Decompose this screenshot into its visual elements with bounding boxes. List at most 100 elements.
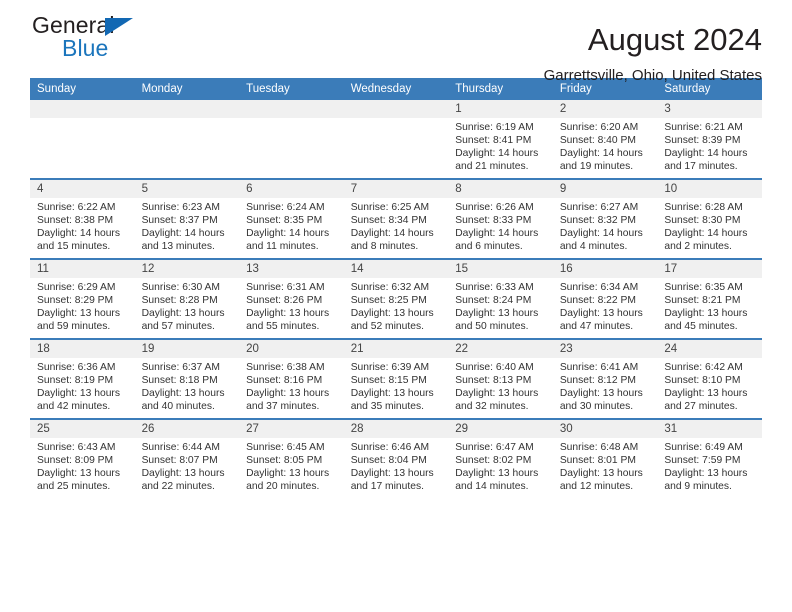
calendar-day-cell[interactable]: 17 Sunrise: 6:35 AM Sunset: 8:21 PM Dayligh…	[657, 258, 762, 339]
calendar-page: General Blue August 2024 Garrettsville, …	[0, 0, 792, 612]
sunset-text: Sunset: 8:26 PM	[246, 295, 323, 307]
sunrise-text: Sunrise: 6:35 AM	[664, 282, 743, 293]
calendar-day-cell[interactable]: 14 Sunrise: 6:32 AM Sunset: 8:25 PM Dayligh…	[343, 258, 449, 339]
calendar-day-cell[interactable]: 22 Sunrise: 6:40 AM Sunset: 8:13 PM Dayligh…	[448, 338, 553, 419]
sunset-text: Sunset: 8:32 PM	[559, 215, 636, 227]
calendar-day-cell[interactable]: 9 Sunrise: 6:27 AM Sunset: 8:32 PM Daylight…	[552, 178, 658, 259]
calendar-day-cell[interactable]: 13 Sunrise: 6:31 AM Sunset: 8:26 PM Dayligh…	[239, 258, 344, 339]
calendar-day-cell[interactable]: 5 Sunrise: 6:23 AM Sunset: 8:37 PM Daylight…	[134, 178, 240, 259]
daylight-text-line2: and 35 minutes.	[350, 401, 424, 413]
calendar-day-cell[interactable]: 12 Sunrise: 6:30 AM Sunset: 8:28 PM Dayligh…	[134, 258, 240, 339]
daylight-text-line1: Daylight: 13 hours	[141, 388, 225, 400]
calendar-day-cell[interactable]: 6 Sunrise: 6:24 AM Sunset: 8:35 PM Daylight…	[239, 178, 344, 259]
daylight-text-line1: Daylight: 13 hours	[559, 308, 643, 320]
day-details: Sunrise: 6:49 AM Sunset: 7:59 PM Daylight:…	[657, 438, 762, 493]
sunrise-text: Sunrise: 6:33 AM	[455, 282, 534, 293]
calendar-day-cell[interactable]: 2 Sunrise: 6:20 AM Sunset: 8:40 PM Daylight…	[552, 100, 658, 179]
day-number	[134, 100, 240, 118]
daylight-text-line2: and 12 minutes.	[559, 481, 634, 493]
day-details: Sunrise: 6:33 AM Sunset: 8:24 PM Daylight:…	[448, 278, 553, 333]
triangle-icon	[105, 18, 133, 36]
day-number: 22	[448, 340, 553, 358]
sunset-text: Sunset: 8:22 PM	[559, 295, 636, 307]
calendar-day-cell[interactable]: 8 Sunrise: 6:26 AM Sunset: 8:33 PM Daylight…	[448, 178, 553, 259]
daylight-text-line2: and 40 minutes.	[141, 401, 215, 413]
sunset-text: Sunset: 8:13 PM	[455, 375, 532, 387]
general-blue-logo[interactable]: General Blue	[32, 12, 212, 68]
sunset-text: Sunset: 8:34 PM	[350, 215, 427, 227]
calendar-day-cell[interactable]: 4 Sunrise: 6:22 AM Sunset: 8:38 PM Daylight…	[30, 178, 135, 259]
daylight-text-line2: and 2 minutes.	[664, 241, 732, 253]
sunrise-text: Sunrise: 6:25 AM	[350, 202, 430, 213]
calendar-day-cell[interactable]: 30 Sunrise: 6:48 AM Sunset: 8:01 PM Dayligh…	[552, 418, 658, 498]
sunset-text: Sunset: 8:41 PM	[455, 135, 532, 147]
day-details: Sunrise: 6:45 AM Sunset: 8:05 PM Daylight:…	[239, 438, 344, 493]
calendar-day-cell[interactable]: 11 Sunrise: 6:29 AM Sunset: 8:29 PM Dayligh…	[30, 258, 135, 339]
calendar-body: 1 Sunrise: 6:19 AM Sunset: 8:41 PM Daylight…	[30, 100, 762, 498]
day-number: 8	[448, 180, 553, 198]
day-details: Sunrise: 6:37 AM Sunset: 8:18 PM Daylight:…	[135, 358, 240, 413]
calendar-day-cell[interactable]: 3 Sunrise: 6:21 AM Sunset: 8:39 PM Daylight…	[657, 100, 762, 179]
daylight-text-line2: and 11 minutes.	[246, 241, 319, 253]
calendar-day-cell[interactable]: 27 Sunrise: 6:45 AM Sunset: 8:05 PM Dayligh…	[239, 418, 344, 498]
daylight-text-line2: and 57 minutes.	[141, 321, 215, 333]
sunrise-text: Sunrise: 6:19 AM	[455, 122, 534, 133]
daylight-text-line1: Daylight: 14 hours	[559, 148, 643, 160]
daylight-text-line1: Daylight: 13 hours	[350, 468, 434, 480]
sunrise-text: Sunrise: 6:37 AM	[141, 362, 220, 373]
daylight-text-line2: and 14 minutes.	[455, 481, 529, 493]
sunset-text: Sunset: 8:21 PM	[664, 295, 741, 307]
day-details: Sunrise: 6:29 AM Sunset: 8:29 PM Daylight:…	[30, 278, 135, 333]
calendar-day-cell[interactable]: 15 Sunrise: 6:33 AM Sunset: 8:24 PM Dayligh…	[448, 258, 553, 339]
day-number: 3	[657, 100, 762, 118]
sunrise-text: Sunrise: 6:45 AM	[246, 442, 325, 453]
calendar-day-cell[interactable]: 21 Sunrise: 6:39 AM Sunset: 8:15 PM Dayligh…	[343, 338, 449, 419]
day-details: Sunrise: 6:43 AM Sunset: 8:09 PM Daylight:…	[30, 438, 135, 493]
daylight-text-line1: Daylight: 14 hours	[559, 228, 643, 240]
sunrise-text: Sunrise: 6:26 AM	[455, 202, 534, 213]
calendar-day-cell[interactable]: 20 Sunrise: 6:38 AM Sunset: 8:16 PM Dayligh…	[239, 338, 344, 419]
calendar-day-cell[interactable]: 29 Sunrise: 6:47 AM Sunset: 8:02 PM Dayligh…	[448, 418, 553, 498]
calendar-day-cell[interactable]: 19 Sunrise: 6:37 AM Sunset: 8:18 PM Dayligh…	[134, 338, 240, 419]
calendar-week-row: 25 Sunrise: 6:43 AM Sunset: 8:09 PM Dayligh…	[30, 418, 762, 498]
daylight-text-line2: and 20 minutes.	[246, 481, 320, 493]
calendar-day-cell[interactable]: 31 Sunrise: 6:49 AM Sunset: 7:59 PM Dayligh…	[657, 418, 762, 498]
calendar-week-row: 11 Sunrise: 6:29 AM Sunset: 8:29 PM Dayligh…	[30, 258, 762, 339]
sunrise-text: Sunrise: 6:22 AM	[37, 202, 116, 213]
calendar-day-cell-empty	[30, 100, 135, 179]
sunrise-text: Sunrise: 6:44 AM	[141, 442, 220, 453]
day-details: Sunrise: 6:31 AM Sunset: 8:26 PM Daylight:…	[239, 278, 344, 333]
sunrise-text: Sunrise: 6:31 AM	[246, 282, 325, 293]
calendar-day-cell[interactable]: 24 Sunrise: 6:42 AM Sunset: 8:10 PM Dayligh…	[657, 338, 762, 419]
calendar-day-cell[interactable]: 26 Sunrise: 6:44 AM Sunset: 8:07 PM Dayligh…	[134, 418, 240, 498]
daylight-text-line2: and 42 minutes.	[37, 401, 111, 413]
day-details: Sunrise: 6:24 AM Sunset: 8:35 PM Daylight:…	[239, 198, 344, 253]
day-number: 29	[448, 420, 553, 438]
sunset-text: Sunset: 8:07 PM	[141, 455, 218, 467]
daylight-text-line1: Daylight: 13 hours	[664, 308, 748, 320]
day-details: Sunrise: 6:28 AM Sunset: 8:30 PM Daylight:…	[657, 198, 762, 253]
daylight-text-line2: and 25 minutes.	[37, 481, 111, 493]
page-masthead: General Blue August 2024 Garrettsville, …	[30, 0, 762, 84]
day-number	[343, 100, 449, 118]
sunset-text: Sunset: 8:33 PM	[455, 215, 532, 227]
daylight-text-line2: and 37 minutes.	[246, 401, 320, 413]
calendar-day-cell[interactable]: 16 Sunrise: 6:34 AM Sunset: 8:22 PM Dayligh…	[552, 258, 658, 339]
calendar-day-cell[interactable]: 25 Sunrise: 6:43 AM Sunset: 8:09 PM Dayligh…	[30, 418, 135, 498]
day-details: Sunrise: 6:26 AM Sunset: 8:33 PM Daylight:…	[448, 198, 553, 253]
sunrise-text: Sunrise: 6:41 AM	[559, 362, 639, 373]
daylight-text-line1: Daylight: 13 hours	[246, 388, 330, 400]
calendar-day-cell[interactable]: 10 Sunrise: 6:28 AM Sunset: 8:30 PM Dayligh…	[657, 178, 762, 259]
calendar-day-cell[interactable]: 18 Sunrise: 6:36 AM Sunset: 8:19 PM Dayligh…	[30, 338, 135, 419]
calendar-day-cell[interactable]: 7 Sunrise: 6:25 AM Sunset: 8:34 PM Daylight…	[343, 178, 449, 259]
day-number: 30	[552, 420, 658, 438]
daylight-text-line1: Daylight: 14 hours	[664, 228, 748, 240]
daylight-text-line2: and 17 minutes.	[664, 161, 738, 173]
daylight-text-line1: Daylight: 14 hours	[246, 228, 330, 240]
sunrise-text: Sunrise: 6:42 AM	[664, 362, 743, 373]
calendar-week-row: 4 Sunrise: 6:22 AM Sunset: 8:38 PM Daylight…	[30, 178, 762, 259]
calendar-day-cell[interactable]: 23 Sunrise: 6:41 AM Sunset: 8:12 PM Dayligh…	[552, 338, 658, 419]
calendar-day-cell[interactable]: 28 Sunrise: 6:46 AM Sunset: 8:04 PM Dayligh…	[343, 418, 449, 498]
calendar-day-cell[interactable]: 1 Sunrise: 6:19 AM Sunset: 8:41 PM Daylight…	[448, 100, 553, 179]
sunset-text: Sunset: 8:02 PM	[455, 455, 532, 467]
